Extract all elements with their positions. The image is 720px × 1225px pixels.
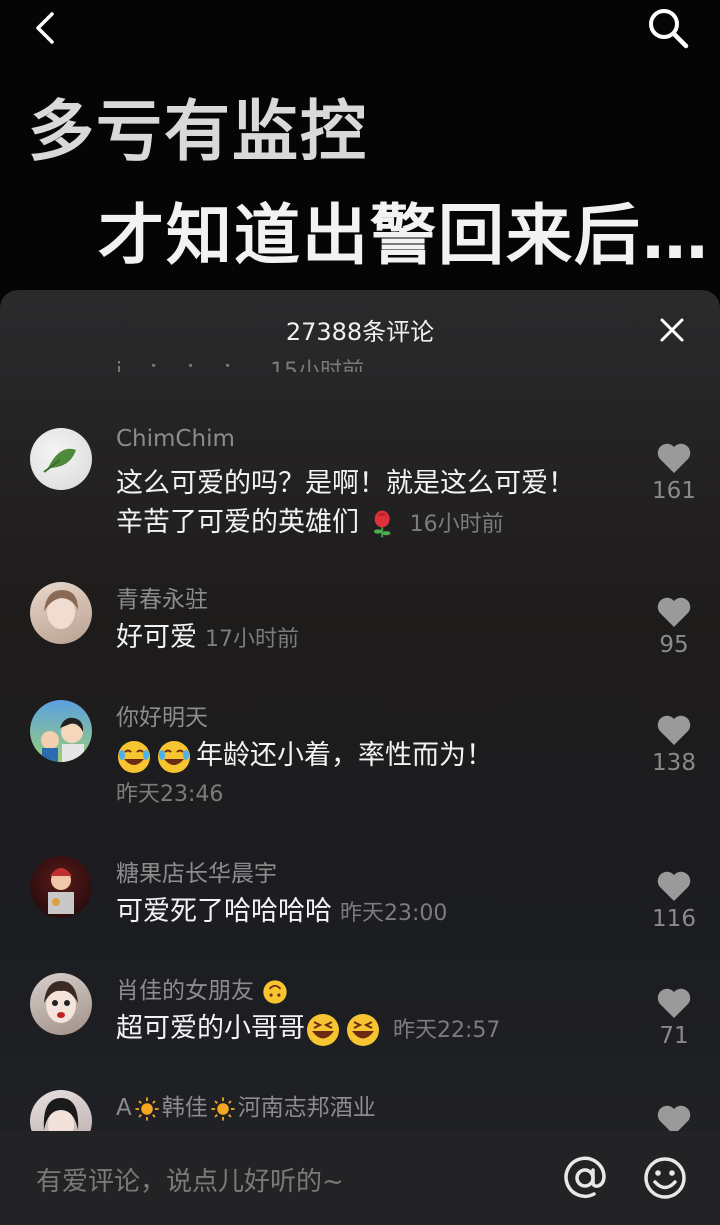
comment-time: 17小时前 [205,627,299,652]
upside-down-face-icon [263,979,287,1004]
person-avatar-icon [44,981,78,1023]
comment-input-bar: 有爱评论，说点儿好听的~ [0,1131,720,1225]
like-count: 161 [652,478,696,504]
rose-icon [373,510,391,537]
grinning-squint-emoji-icon [347,1013,379,1046]
at-icon[interactable] [560,1153,610,1203]
avatar[interactable] [30,582,92,644]
comment-text: 好可爱 17小时前 [116,622,299,653]
comment-author[interactable]: 青春永驻 [116,580,208,614]
back-icon[interactable] [28,8,68,48]
comment-time: 16小时前 [409,512,504,537]
heart-icon [657,988,691,1018]
comment-text: 可爱死了哈哈哈哈 昨天23:00 [116,896,448,927]
avatar[interactable] [30,973,92,1035]
person-avatar-icon [44,590,78,629]
like-count: 71 [659,1023,689,1049]
close-icon[interactable] [656,314,688,346]
comment-time: 昨天23:00 [340,901,448,926]
person-avatar-icon [41,717,84,762]
heart-icon [657,715,691,745]
comment-time: 昨天22:57 [393,1018,501,1043]
like-count: 95 [659,632,689,658]
laugh-cry-emoji-icon [158,740,190,773]
search-icon[interactable] [644,4,692,52]
heart-icon [657,443,691,473]
heart-icon [657,597,691,627]
comment-count-title: 27388条评论 [285,318,435,346]
comment-text: 超可爱的小哥哥 昨天22:57 [116,1009,616,1050]
laugh-cry-emoji-icon [118,740,150,773]
comment-sheet: 27388条评论 j：：： 15小时前 ChimChim 这么可爱的吗？是啊！就是… [0,290,720,1225]
sun-icon [135,1096,159,1121]
like-button[interactable]: 138 [652,714,696,776]
emoji-icon[interactable] [640,1153,690,1203]
person-avatar-icon [48,868,74,914]
top-bar [0,0,720,60]
like-button[interactable]: 116 [652,870,696,932]
comment-author[interactable]: A 韩佳 河南志邦酒业 [116,1088,376,1122]
comment-input[interactable]: 有爱评论，说点儿好听的~ [36,1161,344,1198]
comment-author[interactable]: 糖果店长华晨宇 [116,854,277,888]
video-title-line2: 才知道出警回来后… [98,197,710,274]
comment-author[interactable]: ChimChim [116,426,235,452]
grinning-squint-emoji-icon [307,1013,339,1046]
avatar[interactable] [30,428,92,490]
heart-icon [657,871,691,901]
comment-author[interactable]: 肖佳的女朋友 [116,971,293,1006]
leaf-icon [43,448,76,473]
like-button[interactable]: 71 [656,987,692,1049]
comment-text: 年龄还小着，率性而为！ 昨天23:46 [116,736,616,814]
like-button[interactable]: 95 [656,596,692,658]
video-title-line1: 多亏有监控 [28,93,368,170]
avatar[interactable] [30,856,92,918]
comment-author[interactable]: 你好明天 [116,698,208,732]
sun-icon [211,1096,235,1121]
comment-time: 昨天23:46 [116,782,224,807]
like-count: 138 [652,750,696,776]
like-count: 116 [652,906,696,932]
avatar[interactable] [30,700,92,762]
like-button[interactable]: 161 [652,442,696,504]
previous-comment-fragment: j：：： 15小时前 [116,359,365,372]
comment-text: 这么可爱的吗？是啊！就是这么可爱！ 辛苦了可爱的英雄们 16小时前 [116,464,616,544]
